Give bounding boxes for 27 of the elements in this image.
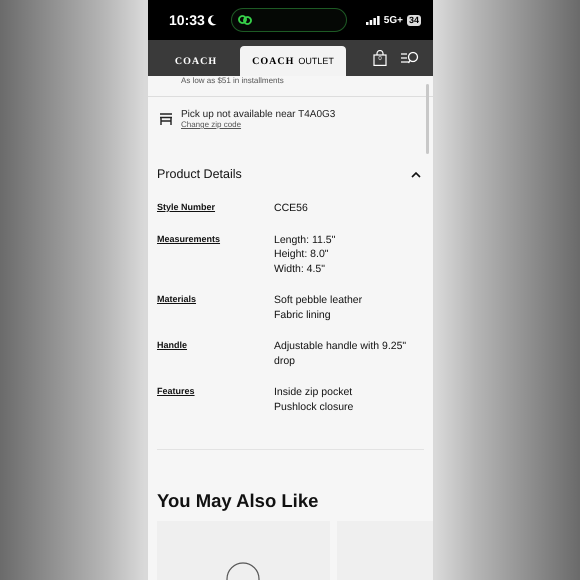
detail-label: Style Number [157, 201, 216, 214]
product-card[interactable] [157, 521, 330, 580]
scrollbar [426, 84, 429, 154]
status-time: 10:33 [169, 12, 205, 28]
product-details-header[interactable]: Product Details [148, 137, 433, 181]
brand-tab[interactable]: COACH OUTLET [240, 46, 346, 76]
menu-search-icon[interactable] [401, 51, 419, 65]
detail-value: Length: 11.5" Height: 8.0" Width: 4.5" [274, 232, 336, 276]
installments-text: As low as $51 in installments [180, 76, 285, 87]
store-icon [159, 112, 173, 126]
battery-level: 34 [406, 14, 421, 26]
signal-icon [366, 16, 380, 24]
detail-value: Inside zip pocket Pushlock closure [274, 385, 354, 414]
link-icon [238, 13, 252, 27]
detail-label: Features [157, 385, 196, 398]
detail-label: Handle [157, 339, 188, 352]
detail-value: Soft pebble leather Fabric lining [274, 293, 364, 322]
pickup-message: Pick up not available near T4A0G3 [181, 109, 336, 120]
detail-value: CCE56 [274, 201, 309, 216]
brand-tab[interactable]: COACH [156, 46, 236, 76]
detail-label: Measurements [157, 232, 222, 246]
detail-value: Adjustable handle with 9.25" drop [274, 339, 408, 368]
network-label: 5G+ [384, 14, 403, 26]
detail-label: Materials [157, 293, 198, 306]
change-zip-link[interactable]: Change zip code [181, 120, 336, 129]
section-title: You May Also Like [156, 489, 320, 512]
moon-icon [208, 14, 217, 26]
